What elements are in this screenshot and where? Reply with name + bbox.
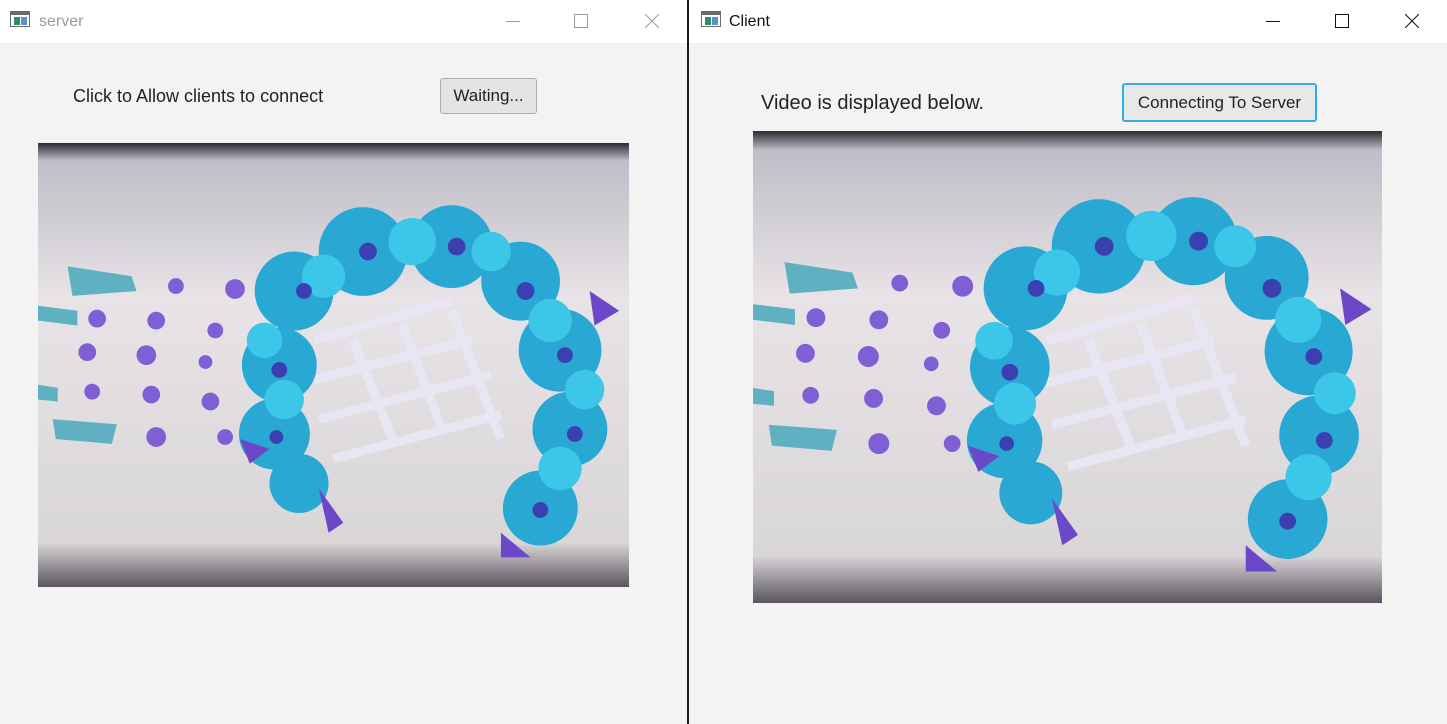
server-window: server Click to Allow clients to connect… [0,0,687,724]
title-bar[interactable]: Client [689,0,1447,43]
video-preview [38,143,629,587]
camera-frame-image [753,131,1382,603]
video-display [753,131,1382,603]
camera-frame-image [38,143,629,587]
maximize-icon[interactable] [1319,0,1365,43]
connecting-to-server-button[interactable]: Connecting To Server [1122,83,1317,122]
minimize-icon[interactable] [490,0,536,43]
close-icon[interactable] [629,0,675,43]
waiting-button[interactable]: Waiting... [440,78,537,114]
window-title: server [39,13,84,30]
java-app-icon [701,11,721,27]
client-window: Client Video is displayed below. Connect… [689,0,1447,724]
java-app-icon [10,11,30,27]
close-icon[interactable] [1389,0,1435,43]
minimize-icon[interactable] [1250,0,1296,43]
window-title: Client [729,13,770,30]
maximize-icon[interactable] [558,0,604,43]
video-info-label: Video is displayed below. [761,92,985,114]
allow-clients-label: Click to Allow clients to connect [73,86,324,106]
title-bar[interactable]: server [0,0,687,43]
